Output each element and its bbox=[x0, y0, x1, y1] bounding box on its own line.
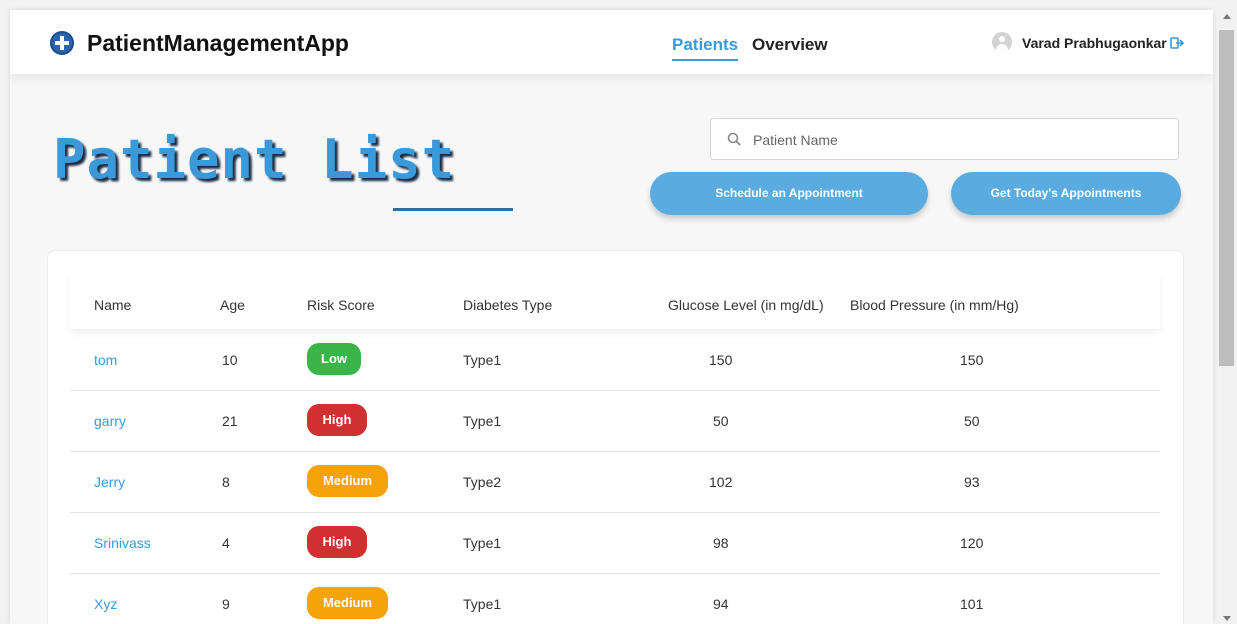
scroll-down-arrow-icon[interactable] bbox=[1223, 616, 1231, 621]
glucose-level: 98 bbox=[713, 535, 729, 551]
glucose-level: 50 bbox=[713, 413, 729, 429]
blood-pressure: 120 bbox=[960, 535, 984, 551]
column-header-name[interactable]: Name bbox=[94, 297, 131, 313]
table-row[interactable]: Jerry 8 Medium Type2 102 93 bbox=[70, 451, 1160, 513]
risk-score-badge: High bbox=[307, 404, 367, 436]
patient-age: 8 bbox=[222, 474, 230, 490]
column-header-glucose-level[interactable]: Glucose Level (in mg/dL) bbox=[668, 297, 824, 313]
patient-name-link[interactable]: Jerry bbox=[94, 474, 125, 490]
diabetes-type: Type1 bbox=[463, 352, 502, 368]
scrollbar-thumb[interactable] bbox=[1219, 30, 1234, 366]
patient-age: 21 bbox=[222, 413, 238, 429]
page-title: Patient List bbox=[53, 128, 456, 191]
column-header-age[interactable]: Age bbox=[220, 297, 245, 313]
blood-pressure: 93 bbox=[964, 474, 980, 490]
patient-age: 4 bbox=[222, 535, 230, 551]
risk-score-badge: Medium bbox=[307, 587, 388, 619]
scroll-up-arrow-icon[interactable] bbox=[1223, 14, 1231, 19]
app-title: PatientManagementApp bbox=[87, 30, 349, 56]
glucose-level: 94 bbox=[713, 596, 729, 612]
diabetes-type: Type1 bbox=[463, 535, 502, 551]
patient-name-link[interactable]: tom bbox=[94, 352, 117, 368]
patient-age: 10 bbox=[222, 352, 238, 368]
column-header-risk-score[interactable]: Risk Score bbox=[307, 297, 375, 313]
column-header-diabetes-type[interactable]: Diabetes Type bbox=[463, 297, 552, 313]
blood-pressure: 101 bbox=[960, 596, 984, 612]
diabetes-type: Type2 bbox=[463, 474, 502, 490]
risk-score-badge: Low bbox=[307, 343, 361, 375]
patient-table-card: Name Age Risk Score Diabetes Type Glucos… bbox=[47, 250, 1184, 624]
diabetes-type: Type1 bbox=[463, 413, 502, 429]
logout-icon[interactable] bbox=[1170, 36, 1184, 50]
glucose-level: 150 bbox=[709, 352, 733, 368]
search-icon bbox=[727, 132, 741, 146]
patient-name-link[interactable]: Srinivass bbox=[94, 535, 151, 551]
app-window: PatientManagementApp Patients Overview V… bbox=[10, 10, 1213, 624]
top-navbar: PatientManagementApp Patients Overview V… bbox=[10, 10, 1213, 74]
risk-score-badge: Medium bbox=[307, 465, 388, 497]
patient-search-box[interactable] bbox=[710, 118, 1179, 160]
blood-pressure: 150 bbox=[960, 352, 984, 368]
diabetes-type: Type1 bbox=[463, 596, 502, 612]
table-header: Name Age Risk Score Diabetes Type Glucos… bbox=[70, 273, 1160, 329]
glucose-level: 102 bbox=[709, 474, 733, 490]
table-row[interactable]: Xyz 9 Medium Type1 94 101 bbox=[70, 573, 1160, 624]
user-avatar-icon bbox=[992, 32, 1012, 52]
risk-score-badge: High bbox=[307, 526, 367, 558]
nav-tab-overview[interactable]: Overview bbox=[752, 35, 828, 55]
column-header-blood-pressure[interactable]: Blood Pressure (in mm/Hg) bbox=[850, 297, 1019, 313]
table-row[interactable]: tom 10 Low Type1 150 150 bbox=[70, 329, 1160, 391]
table-row[interactable]: Srinivass 4 High Type1 98 120 bbox=[70, 512, 1160, 574]
patient-name-link[interactable]: Xyz bbox=[94, 596, 117, 612]
medical-cross-logo-icon bbox=[50, 31, 74, 55]
nav-tab-patients[interactable]: Patients bbox=[672, 35, 739, 61]
todays-appointments-button[interactable]: Get Today's Appointments bbox=[951, 172, 1181, 215]
title-underline bbox=[393, 208, 513, 211]
patient-search-input[interactable] bbox=[751, 127, 1165, 153]
patient-age: 9 bbox=[222, 596, 230, 612]
patient-name-link[interactable]: garry bbox=[94, 413, 126, 429]
user-name: Varad Prabhugaonkar bbox=[1022, 35, 1167, 51]
table-row[interactable]: garry 21 High Type1 50 50 bbox=[70, 390, 1160, 452]
schedule-appointment-button[interactable]: Schedule an Appointment bbox=[650, 172, 928, 215]
blood-pressure: 50 bbox=[964, 413, 980, 429]
